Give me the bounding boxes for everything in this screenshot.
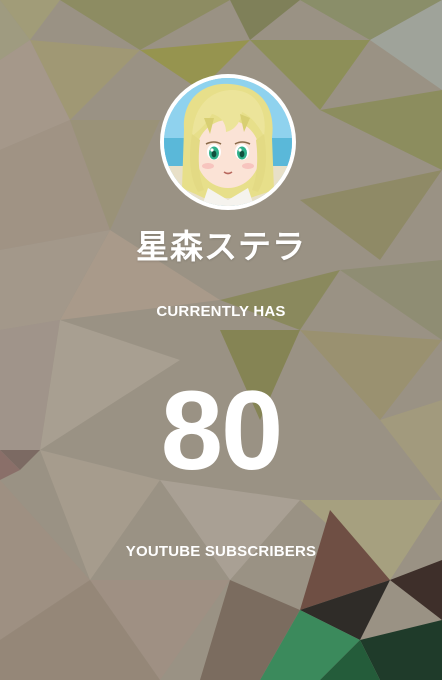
youtube-subscribers-label: YOUTUBE SUBSCRIBERS [125, 543, 317, 560]
subscriber-count: 80 [160, 368, 284, 493]
channel-name[interactable]: 星森ステラ [0, 222, 442, 272]
currently-has-label: CURRENTLY HAS [156, 303, 286, 320]
channel-avatar[interactable] [160, 74, 296, 210]
avatar-image [164, 78, 292, 206]
subscriber-card: 星森ステラ CURRENTLY HAS 80 YOUTUBE SUBSCRIBE… [0, 0, 442, 680]
